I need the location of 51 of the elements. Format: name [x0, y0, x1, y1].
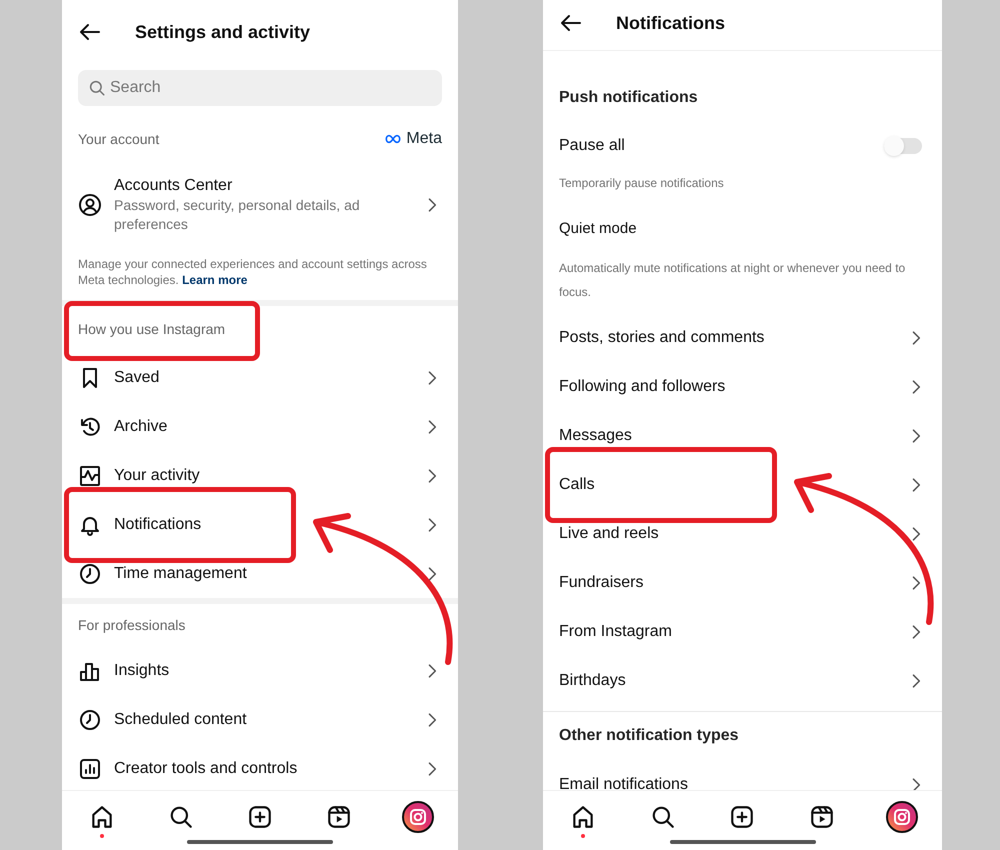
section-header: How you use Instagram	[78, 320, 226, 339]
menu-item[interactable]: Creator tools and controls	[62, 744, 458, 790]
toggle-switch[interactable]	[884, 138, 922, 154]
avatar-icon[interactable]	[402, 801, 434, 833]
setting-label: Pause all	[559, 136, 625, 156]
history-icon	[78, 414, 102, 438]
create-icon[interactable]	[246, 804, 273, 830]
menu-item[interactable]: Posts, stories and comments	[543, 313, 942, 362]
menu-item[interactable]: From Instagram	[543, 607, 942, 656]
screen-title: Notifications	[616, 12, 726, 34]
search-icon[interactable]	[650, 804, 676, 830]
menu-item[interactable]: Messages	[543, 411, 942, 460]
item-title: Accounts Center	[114, 176, 234, 196]
clock-icon	[78, 708, 102, 732]
screen-title: Settings and activity	[135, 20, 310, 44]
setting-label: Quiet mode	[559, 220, 637, 237]
create-icon[interactable]	[729, 804, 756, 830]
clock-icon	[78, 562, 102, 586]
helper-text: Automatically mute notifications at night or whenever you need to focus.	[558, 260, 906, 301]
menu-item[interactable]: Archive	[62, 402, 458, 451]
menu-item[interactable]: Fundraisers	[543, 558, 942, 607]
reels-icon[interactable]	[809, 804, 836, 830]
item-subtitle: Password, security, personal details, ad preferences	[114, 196, 361, 234]
learn-more-link[interactable]: Learn more	[182, 273, 248, 287]
search-field[interactable]: Search	[78, 70, 442, 106]
chart-icon	[78, 756, 102, 780]
section-header: Other notification types	[559, 726, 739, 746]
menu-item[interactable]: Email notifications	[543, 760, 942, 790]
menu-item[interactable]: Insights	[62, 646, 458, 695]
menu-item[interactable]: Calls	[543, 460, 942, 509]
activity-icon	[78, 464, 102, 488]
accounts-center-item[interactable]: Accounts Center Password, security, personal details, ad preferences	[62, 172, 458, 238]
search-icon	[88, 79, 106, 97]
reels-icon[interactable]	[326, 804, 352, 830]
info-text: Manage your connected experiences and account settings across Meta technologies. Learn more	[77, 256, 428, 289]
menu-item[interactable]: Notifications	[62, 500, 458, 549]
profile-icon	[78, 193, 102, 217]
menu-item[interactable]: Live and reels	[543, 509, 942, 558]
section-header: Your account	[78, 130, 160, 148]
menu-item[interactable]: Time management	[62, 549, 458, 598]
brand-name: Meta	[406, 129, 442, 149]
menu-item[interactable]: Saved	[62, 353, 458, 402]
avatar-icon[interactable]	[886, 801, 918, 833]
section-header: Push notifications	[559, 89, 698, 106]
menu-item[interactable]: Your activity	[62, 451, 458, 500]
section-header: For professionals	[78, 616, 186, 635]
search-icon[interactable]	[168, 804, 194, 830]
menu-item[interactable]: Birthdays	[543, 656, 942, 705]
menu-item[interactable]: Following and followers	[543, 362, 942, 411]
helper-text: Temporarily pause notifications	[559, 175, 724, 192]
menu-item[interactable]: Scheduled content	[62, 695, 458, 744]
